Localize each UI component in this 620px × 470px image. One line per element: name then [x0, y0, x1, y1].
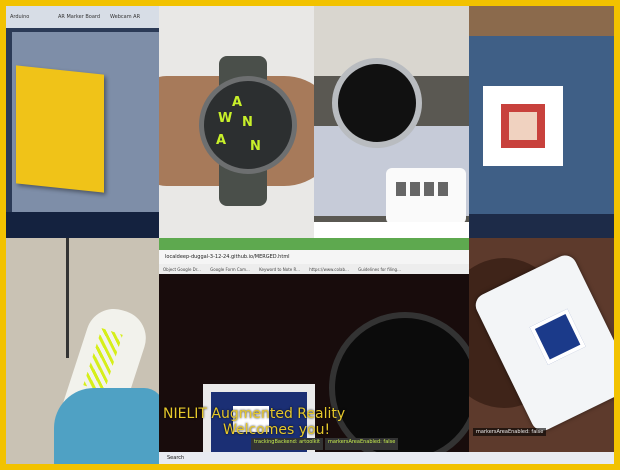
webcam-feed: NIELIT Augmented Reality Welcomes you! [159, 274, 469, 464]
address-bar-url: localdeep-duggal-3-12-24.github.io/MERGE… [165, 254, 290, 260]
laptop-yellow-paper-tile: Arduino AR Marker Board Webcam AR [6, 6, 159, 238]
shoe-tile [6, 238, 159, 464]
tracking-status: trackingBackend: artoolkit [251, 438, 323, 450]
browser-ar-tile: localdeep-duggal-3-12-24.github.io/MERGE… [159, 238, 469, 464]
gallery-thumb [438, 182, 448, 196]
browser-tab[interactable]: AR Marker Board [58, 14, 100, 20]
address-bar[interactable]: localdeep-duggal-3-12-24.github.io/MERGE… [159, 250, 469, 264]
phone-screen [386, 168, 466, 224]
windows-taskbar [469, 214, 614, 238]
patterned-pants [54, 388, 159, 464]
browser-tabbar [159, 238, 469, 250]
sport-watch-tile: W A N A N [159, 6, 314, 238]
marker-on-screen-tile [469, 6, 614, 238]
bookmark-item[interactable]: Guidelines for filing... [358, 267, 401, 272]
gallery-thumb [424, 182, 434, 196]
phone-marker-tile: markersAreaEnabled: false [469, 238, 614, 464]
browser-tabbar: Arduino AR Marker Board Webcam AR [6, 6, 159, 28]
windows-taskbar: Search [159, 452, 469, 464]
android-nav-bar [314, 222, 469, 238]
gallery-thumb [396, 182, 406, 196]
ar-marker [529, 308, 586, 365]
yellow-paper [16, 65, 104, 193]
watch-face: W A N A N [199, 76, 297, 174]
bookmarks-bar: Object Google Dr... Google Form Cam... K… [159, 264, 469, 274]
markers-status: markersAreaEnabled: false [325, 438, 399, 450]
bookmark-item[interactable]: Object Google Dr... [163, 267, 201, 272]
chronograph-watch [332, 58, 422, 148]
windows-taskbar [6, 212, 159, 238]
bookmark-item[interactable]: https://www.colab... [309, 267, 349, 272]
marker-red-square [501, 104, 545, 148]
watch-face-letter: A [216, 133, 227, 148]
markers-status: markersAreaEnabled: false [473, 428, 547, 436]
ar-overlay-text: NIELIT Augmented Reality Welcomes you! [163, 406, 345, 438]
marker-inner-square [509, 112, 537, 140]
browser-tab[interactable]: Webcam AR [110, 14, 140, 20]
watch-face-letter: W [218, 111, 233, 126]
bookmark-item[interactable]: Keyword to Note R... [259, 267, 300, 272]
ar-overlay-line: Welcomes you! [223, 422, 331, 438]
browser-tab[interactable]: Arduino [10, 14, 29, 20]
watch-face-letter: N [250, 139, 261, 154]
bookmark-item[interactable]: Google Form Cam... [210, 267, 250, 272]
gallery-thumb [410, 182, 420, 196]
watch-face-letter: N [242, 115, 253, 130]
windows-taskbar [469, 452, 614, 464]
luxury-watch-tile [314, 6, 469, 238]
ar-marker [483, 86, 563, 166]
watch-face-letter: A [232, 95, 243, 110]
taskbar-search[interactable]: Search [167, 455, 184, 461]
photo-collage: Arduino AR Marker Board Webcam AR W A N … [6, 6, 614, 464]
ar-overlay-line: NIELIT Augmented Reality [163, 406, 346, 422]
